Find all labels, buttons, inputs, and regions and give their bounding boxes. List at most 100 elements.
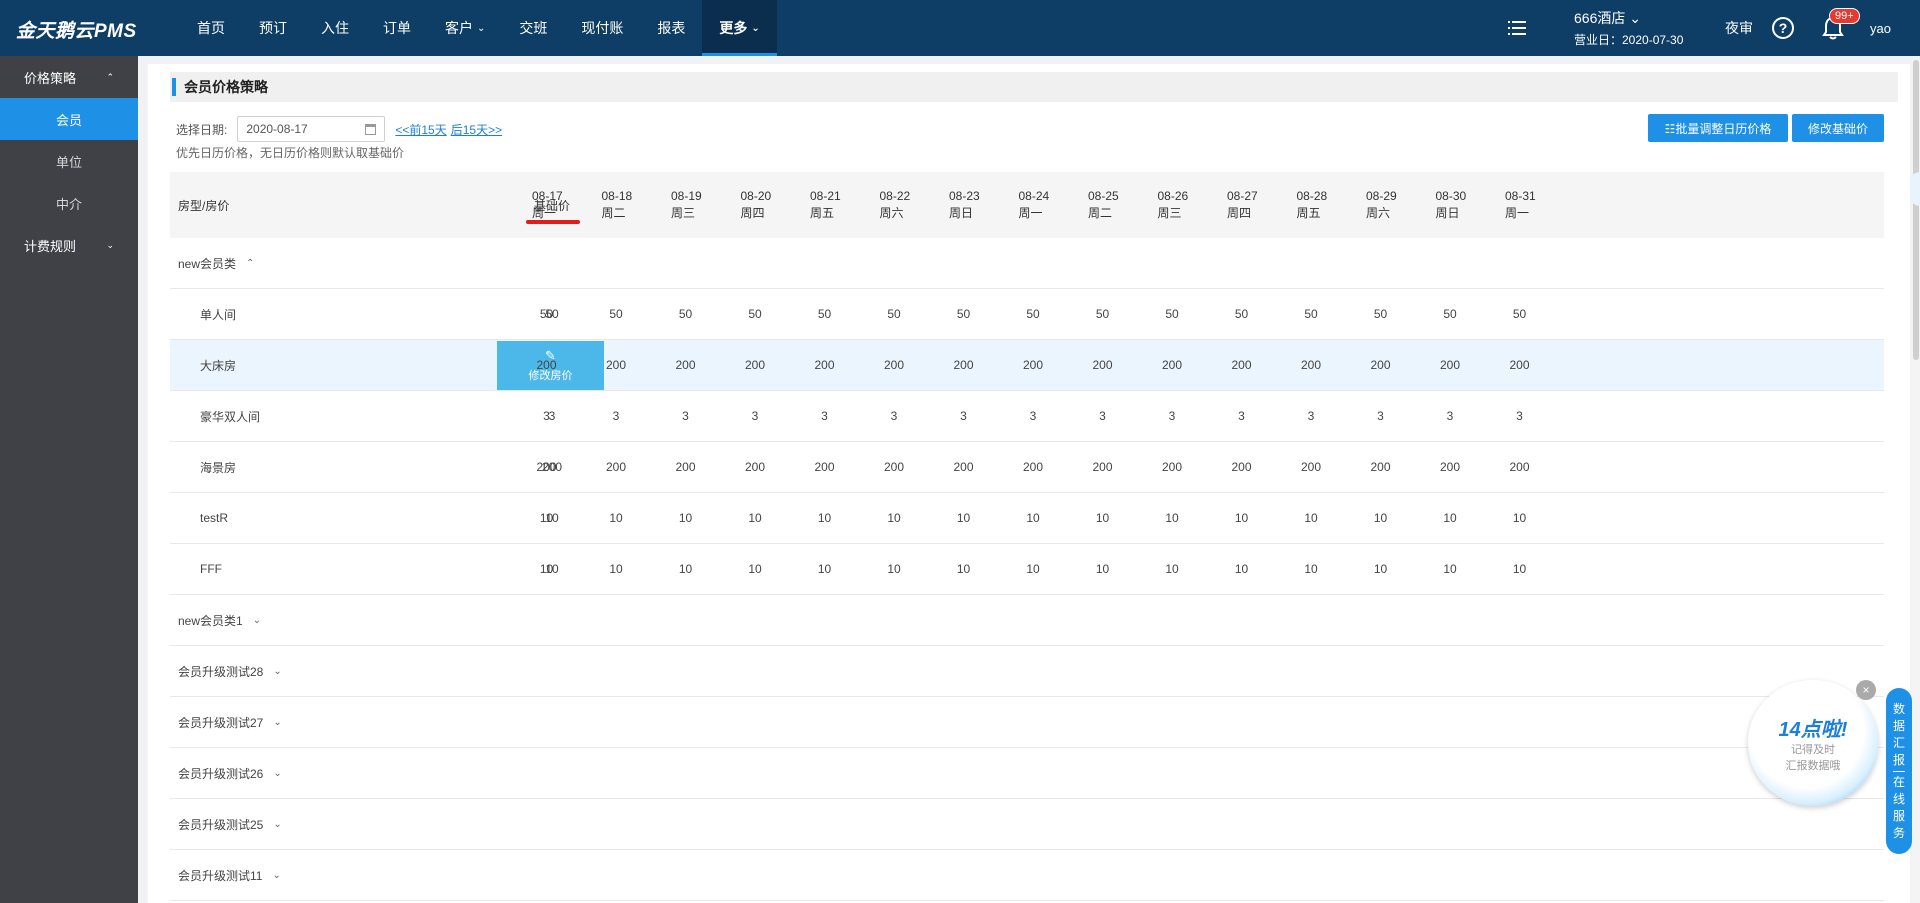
group-name: 会员升级测试25: [178, 817, 264, 832]
service-char: 据: [1892, 718, 1905, 733]
close-icon[interactable]: ×: [1856, 680, 1876, 700]
next-15-days-link[interactable]: 后15天>>: [451, 121, 502, 138]
sidebar-group-1[interactable]: 计费规则 ⌄: [0, 224, 138, 266]
nav-item-label: 入住: [321, 20, 349, 36]
hotel-selector[interactable]: 666酒店 ⌄ 营业日：2020-07-30: [1574, 0, 1683, 56]
scrollbar-thumb[interactable]: [1913, 60, 1919, 360]
room-type-name: 大床房: [200, 358, 237, 373]
col-roomtype: 房型/房价: [178, 198, 230, 213]
nav-item-2[interactable]: 入住: [304, 0, 366, 56]
user-name[interactable]: yao: [1870, 0, 1891, 56]
prev-15-days-link[interactable]: <<前15天: [395, 121, 446, 138]
member-group-row[interactable]: 会员升级测试27 ⌄: [170, 697, 1884, 748]
date-label: 选择日期:: [176, 122, 228, 137]
nav-item-0[interactable]: 首页: [180, 0, 242, 56]
night-audit-button[interactable]: 夜审: [1725, 0, 1753, 56]
chevron-icon: ⌄: [273, 767, 282, 779]
edge-tab[interactable]: [1910, 172, 1920, 206]
nav-item-label: 交班: [519, 20, 548, 36]
table-row: 单人间 50 50 50 50 50 50 50 50 50 50 50 50 50 50 50 50: [170, 289, 1884, 340]
table-header: 房型/房价 基础价 08-17 周一 08-18 周二 08-19 周三 08-20 周四 08…: [170, 172, 1884, 238]
price-cell[interactable]: 3: [1477, 391, 1562, 441]
nav-item-1[interactable]: 预订: [242, 0, 304, 56]
member-group-row[interactable]: new会员类 ⌃: [170, 238, 1884, 289]
member-group-row[interactable]: 会员升级测试26 ⌄: [170, 748, 1884, 799]
nav-item-label: 现付账: [581, 20, 624, 36]
reminder-line-2: 汇报数据哦: [1785, 759, 1841, 772]
service-divider: [1893, 770, 1905, 772]
list-icon[interactable]: [1508, 0, 1532, 56]
table-body: new会员类 ⌃ 单人间 50 50 50 50 50 50 50 50 50 50 50 50 50 50 50…: [170, 238, 1884, 901]
service-char: 汇: [1892, 735, 1905, 750]
service-char: 务: [1892, 825, 1905, 840]
chevron-icon: ⌄: [272, 869, 281, 881]
hotel-name: 666酒店 ⌄: [1574, 10, 1641, 26]
room-type-name: 单人间: [200, 307, 237, 322]
price-cell[interactable]: 200: [1477, 340, 1562, 390]
data-report-service-tab[interactable]: 数据汇报在线服务: [1886, 688, 1912, 854]
price-cell[interactable]: 200: [1477, 442, 1562, 492]
nav-item-8[interactable]: 更多 ⌄: [702, 0, 777, 56]
nav-item-3[interactable]: 订单: [366, 0, 428, 56]
chevron-down-icon: ⌄: [477, 22, 486, 34]
price-cell[interactable]: 10: [1477, 544, 1562, 594]
col-date-day: 08-31: [1505, 189, 1536, 203]
group-name: new会员类1: [178, 613, 243, 628]
sidebar-group-0[interactable]: 价格策略 ⌃: [0, 56, 138, 98]
service-char: 报: [1892, 752, 1905, 767]
group-name: 会员升级测试26: [178, 766, 264, 781]
sidebar-item-0-0[interactable]: 会员: [0, 98, 138, 140]
top-bar: 金天鹅云PMS 首页 预订 入住 订单 客户 ⌄ 交班 现付账 报表 更多 ⌄ 666酒店 ⌄ 营业…: [0, 0, 1920, 56]
room-type-name: 海景房: [200, 460, 237, 475]
reminder-line-1: 记得及时: [1791, 743, 1835, 756]
room-type-name: testR: [200, 511, 229, 525]
group-name: 会员升级测试11: [178, 868, 263, 883]
member-group-row[interactable]: 会员升级测试11 ⌄: [170, 850, 1884, 901]
nav-item-label: 客户: [445, 20, 473, 36]
date-picker-input[interactable]: 2020-08-17: [237, 116, 386, 142]
member-group-row[interactable]: 会员升级测试25 ⌄: [170, 799, 1884, 850]
table-row: 大床房 ✎ 修改房价 200 200 200 200 200 200 200 200 200 200 20…: [170, 340, 1884, 391]
help-icon[interactable]: ?: [1772, 0, 1794, 56]
member-group-row[interactable]: new会员类1 ⌄: [170, 595, 1884, 646]
date-value: 2020-08-17: [246, 122, 308, 136]
page-title: 会员价格策略: [184, 79, 268, 95]
section-header: 会员价格策略: [170, 72, 1898, 102]
table-row: 豪华双人间 3 3 3 3 3 3 3 3 3 3 3 3 3 3 3 3: [170, 391, 1884, 442]
chevron-icon: ⌄: [252, 614, 262, 626]
edit-base-price-button[interactable]: 修改基础价: [1792, 114, 1884, 142]
price-cell[interactable]: 50: [1477, 289, 1562, 339]
room-type-name: 豪华双人间: [200, 409, 261, 424]
main-nav: 首页 预订 入住 订单 客户 ⌄ 交班 现付账 报表 更多 ⌄: [180, 0, 777, 56]
chevron-icon: ⌄: [273, 818, 282, 830]
sidebar-group-label: 价格策略: [24, 70, 77, 86]
chevron-icon: ⌄: [273, 665, 282, 677]
batch-adjust-calendar-price-button[interactable]: ☷批量调整日历价格: [1648, 114, 1788, 142]
section-accent-bar: [172, 78, 176, 96]
group-name: 会员升级测试28: [178, 664, 264, 679]
nav-item-label: 首页: [197, 20, 225, 36]
sidebar-item-0-2[interactable]: 中介: [0, 182, 138, 224]
sidebar-item-0-1[interactable]: 单位: [0, 140, 138, 182]
group-name: 会员升级测试27: [178, 715, 264, 730]
business-day: 营业日：2020-07-30: [1574, 33, 1684, 47]
service-char: 在: [1892, 774, 1905, 789]
help-icon-glyph: ?: [1772, 17, 1794, 39]
sidebar: 价格策略 ⌃ 会员 单位 中介 计费规则 ⌄: [0, 56, 138, 903]
col-date-weekday: 周一: [1505, 206, 1530, 220]
chevron-icon: ⌄: [273, 716, 282, 728]
nav-item-5[interactable]: 交班: [502, 0, 564, 56]
nav-item-4[interactable]: 客户 ⌄: [428, 0, 502, 56]
table-row: testR 10 10 10 10 10 10 10 10 10 10 10 10 10 10 10 10: [170, 493, 1884, 544]
app-logo[interactable]: 金天鹅云PMS: [16, 16, 137, 43]
service-char: 服: [1892, 808, 1905, 823]
nav-item-7[interactable]: 报表: [640, 0, 702, 56]
member-group-row[interactable]: 会员升级测试28 ⌄: [170, 646, 1884, 697]
date-filter: 选择日期: 2020-08-17 <<前15天 后15天>>: [176, 116, 502, 142]
price-hint: 优先日历价格，无日历价格则默认取基础价: [176, 146, 405, 160]
nav-item-6[interactable]: 现付账: [564, 0, 640, 56]
price-cell[interactable]: 10: [1477, 493, 1562, 543]
report-reminder-bubble[interactable]: 14点啦! 记得及时 汇报数据哦: [1748, 680, 1878, 806]
chevron-icon: ⌄: [106, 239, 114, 250]
nav-item-label: 订单: [383, 20, 411, 36]
